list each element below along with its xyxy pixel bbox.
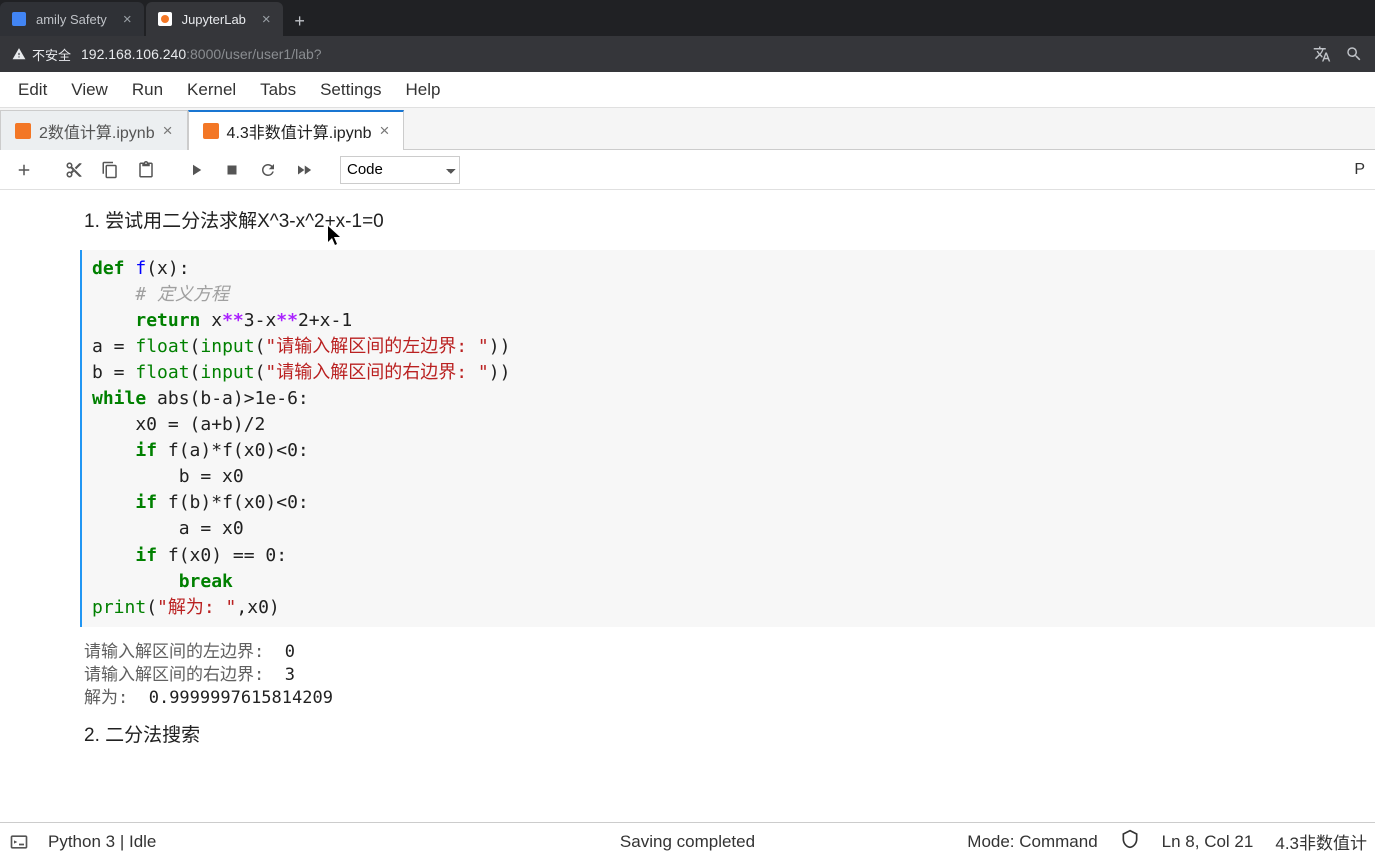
browser-tabbar: amily Safety × JupyterLab × + (0, 0, 1375, 36)
copy-button[interactable] (96, 156, 124, 184)
stop-button[interactable] (218, 156, 246, 184)
tab-favicon-jupyter (158, 12, 172, 26)
code-editor[interactable]: def f(x): # 定义方程 return x**3-x**2+x-1 a … (80, 250, 1375, 627)
url-display[interactable]: 192.168.106.240:8000/user/user1/lab? (81, 46, 322, 62)
insecure-label: 不安全 (32, 45, 71, 64)
menu-bar: Edit View Run Kernel Tabs Settings Help (0, 72, 1375, 108)
menu-view[interactable]: View (59, 76, 120, 104)
file-name-status: 4.3非数值计 (1275, 829, 1367, 854)
browser-tab-title: amily Safety (36, 12, 107, 27)
browser-tab-jupyter[interactable]: JupyterLab × (146, 2, 283, 36)
address-bar: 不安全 192.168.106.240:8000/user/user1/lab? (0, 36, 1375, 72)
warning-icon (12, 47, 26, 61)
notebook-tab-label: 2数值计算.ipynb (39, 119, 155, 143)
notebook-toolbar: Code Markdown Raw P (0, 150, 1375, 190)
output-cell-1: 请输入解区间的左边界: 0 请输入解区间的右边界: 3 解为: 0.999999… (84, 633, 1375, 718)
markdown-cell-2[interactable]: 2. 二分法搜索 (0, 718, 1375, 760)
trusted-icon[interactable] (1120, 829, 1140, 854)
close-icon[interactable]: × (262, 11, 271, 28)
menu-edit[interactable]: Edit (6, 76, 59, 104)
menu-settings[interactable]: Settings (308, 76, 393, 104)
url-host: 192.168.106.240 (81, 46, 186, 62)
notebook-icon (15, 123, 31, 139)
menu-help[interactable]: Help (394, 76, 453, 104)
url-path: :8000/user/user1/lab? (186, 46, 321, 62)
out-result-val: 0.9999997615814209 (138, 688, 332, 708)
notebook-area[interactable]: 1. 尝试用二分法求解X^3-x^2+x-1=0 def f(x): # 定义方… (0, 190, 1375, 822)
out-result-label: 解为: (84, 688, 138, 708)
search-icon[interactable] (1345, 45, 1363, 63)
cell-prompt (30, 250, 80, 627)
out-left-prompt: 请输入解区间的左边界: (84, 642, 274, 662)
notebook-icon (203, 123, 219, 139)
insecure-badge[interactable]: 不安全 (12, 45, 71, 64)
cut-button[interactable] (60, 156, 88, 184)
restart-button[interactable] (254, 156, 282, 184)
notebook-tab-2[interactable]: 4.3非数值计算.ipynb × (188, 110, 405, 150)
tab-favicon-safety (12, 12, 26, 26)
md-text: 1. 尝试用二分法求解X^3-x^2+x-1=0 (84, 211, 384, 232)
md-text: 2. 二分法搜索 (84, 725, 200, 746)
notebook-tabs: 2数值计算.ipynb × 4.3非数值计算.ipynb × (0, 108, 1375, 150)
mode-status: Mode: Command (967, 832, 1097, 852)
browser-tab-safety[interactable]: amily Safety × (0, 2, 144, 36)
run-button[interactable] (182, 156, 210, 184)
close-icon[interactable]: × (163, 121, 173, 141)
out-right-val: 3 (274, 665, 294, 685)
kernel-status[interactable]: Python 3 | Idle (48, 832, 156, 852)
close-icon[interactable]: × (380, 121, 390, 141)
paste-button[interactable] (132, 156, 160, 184)
run-all-button[interactable] (290, 156, 318, 184)
markdown-cell-1[interactable]: 1. 尝试用二分法求解X^3-x^2+x-1=0 (0, 204, 1375, 246)
out-right-prompt: 请输入解区间的右边界: (84, 665, 274, 685)
notebook-tab-1[interactable]: 2数值计算.ipynb × (0, 110, 188, 150)
menu-run[interactable]: Run (120, 76, 175, 104)
toolbar-right-char: P (1354, 161, 1365, 179)
menu-kernel[interactable]: Kernel (175, 76, 248, 104)
code-cell-1[interactable]: def f(x): # 定义方程 return x**3-x**2+x-1 a … (30, 250, 1375, 627)
out-left-val: 0 (274, 642, 294, 662)
terminal-icon[interactable] (8, 831, 30, 853)
save-status: Saving completed (620, 832, 755, 852)
menu-tabs[interactable]: Tabs (248, 76, 308, 104)
cursor-position[interactable]: Ln 8, Col 21 (1162, 832, 1254, 852)
new-tab-button[interactable]: + (285, 6, 315, 36)
browser-tab-title: JupyterLab (182, 12, 246, 27)
translate-icon[interactable] (1313, 45, 1331, 63)
status-bar: Python 3 | Idle Saving completed Mode: C… (0, 822, 1375, 860)
notebook-tab-label: 4.3非数值计算.ipynb (227, 119, 372, 143)
add-cell-button[interactable] (10, 156, 38, 184)
close-icon[interactable]: × (123, 11, 132, 28)
cell-type-select[interactable]: Code Markdown Raw (340, 156, 460, 184)
